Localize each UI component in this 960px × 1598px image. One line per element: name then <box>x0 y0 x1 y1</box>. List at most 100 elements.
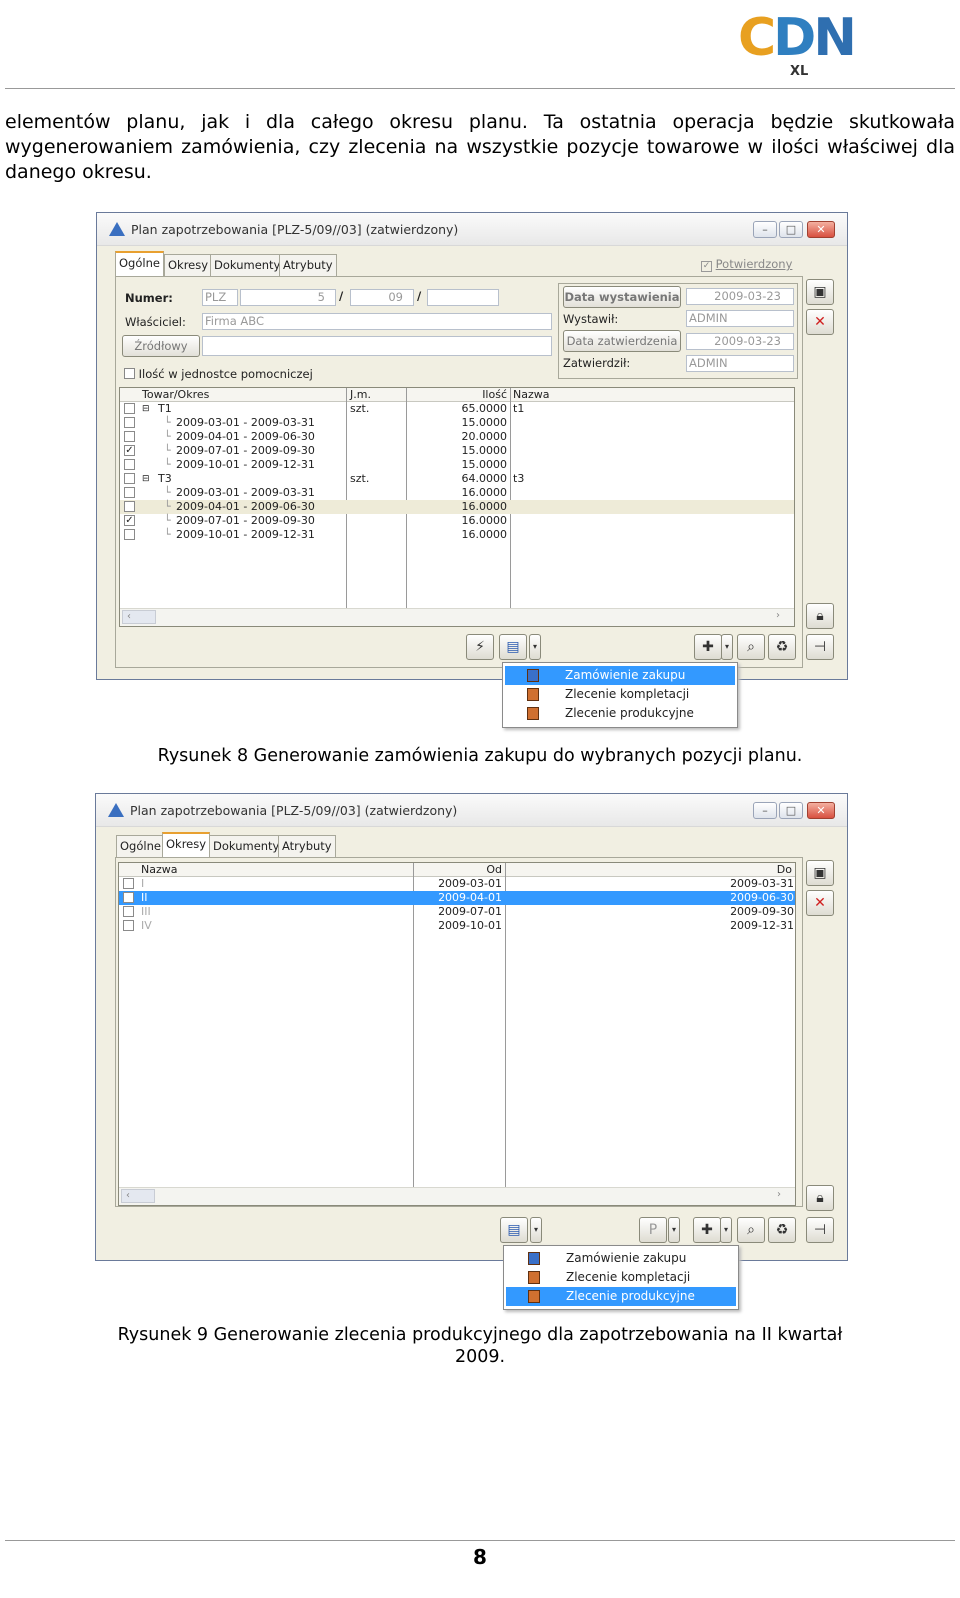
row-checkbox[interactable] <box>124 487 135 498</box>
trash-icon[interactable]: ♻ <box>768 634 796 660</box>
minimize-button[interactable]: – <box>753 802 777 819</box>
number-prefix-field[interactable]: PLZ <box>202 289 238 306</box>
lock-icon[interactable]: 🔒︎ <box>806 603 834 629</box>
close-button[interactable]: ✕ <box>807 221 835 238</box>
generate-dropdown-icon[interactable]: ▾ <box>530 1217 542 1243</box>
add-dropdown-icon[interactable]: ▾ <box>720 1217 732 1243</box>
confirmed-checkbox[interactable]: ✓ Potwierdzony <box>701 257 792 272</box>
maximize-button[interactable]: □ <box>779 221 803 238</box>
period-name: III <box>141 905 151 918</box>
menu-item-production-order[interactable]: Zlecenie produkcyjne <box>505 704 735 723</box>
owner-select[interactable]: Firma ABC <box>202 313 552 330</box>
table-row[interactable]: ✓ └ 2009-07-01 - 2009-09-30 16.0000 <box>120 514 794 528</box>
row-checkbox[interactable] <box>123 920 134 931</box>
add-icon[interactable]: ✚ <box>693 1217 721 1243</box>
col-header-from[interactable]: Od <box>413 863 505 877</box>
row-checkbox[interactable] <box>123 878 134 889</box>
title-bar: Plan zapotrzebowania [PLZ-5/09//03] (zat… <box>97 213 847 246</box>
table-row[interactable]: ⊟ T1 szt. 65.0000 t1 <box>120 402 794 416</box>
horizontal-scrollbar[interactable]: ‹ › <box>120 608 794 626</box>
issue-date-button[interactable]: Data wystawienia <box>563 286 681 308</box>
tab-attributes[interactable]: Atrybuty <box>279 254 337 276</box>
generate-document-icon[interactable]: ▤ <box>499 634 527 660</box>
search-icon[interactable]: ⌕ <box>737 1217 765 1243</box>
source-field[interactable] <box>202 336 552 356</box>
lock-icon[interactable]: 🔒︎ <box>806 1185 834 1211</box>
tab-documents[interactable]: Dokumenty <box>210 254 285 276</box>
tree-expander-icon[interactable]: ⊟ <box>142 402 150 416</box>
table-row[interactable]: └ 2009-04-01 - 2009-06-30 20.0000 <box>120 430 794 444</box>
table-row[interactable]: IV 2009-10-01 2009-12-31 <box>119 919 795 933</box>
number-field[interactable]: 5 <box>240 289 336 306</box>
table-row[interactable]: ✓ └ 2009-07-01 - 2009-09-30 15.0000 <box>120 444 794 458</box>
row-checkbox[interactable] <box>124 501 135 512</box>
save-icon[interactable]: ▣ <box>806 860 834 886</box>
tab-general[interactable]: Ogólne <box>116 835 165 857</box>
pin-icon[interactable]: ⊣ <box>806 634 834 660</box>
cancel-icon[interactable]: ✕ <box>806 890 834 916</box>
item-unit: szt. <box>350 402 370 415</box>
menu-item-purchase-order[interactable]: Zamówienie zakupu <box>506 1249 736 1268</box>
row-checkbox[interactable]: ✓ <box>124 445 135 456</box>
col-header-name[interactable]: Nazwa <box>510 388 794 402</box>
approve-date-button[interactable]: Data zatwierdzenia <box>563 330 681 352</box>
row-checkbox[interactable] <box>124 431 135 442</box>
col-header-unit[interactable]: J.m. <box>346 388 406 402</box>
menu-item-production-order[interactable]: Zlecenie produkcyjne <box>506 1287 736 1306</box>
row-checkbox[interactable] <box>124 459 135 470</box>
source-button[interactable]: Źródłowy <box>122 335 200 357</box>
row-checkbox[interactable] <box>124 417 135 428</box>
col-header-qty[interactable]: Ilość <box>406 388 510 402</box>
figure-caption-cont: 2009. <box>454 1347 506 1367</box>
approve-date-field[interactable]: 2009-03-23 <box>686 333 794 350</box>
add-icon[interactable]: ✚ <box>694 634 722 660</box>
col-header-name[interactable]: Nazwa <box>119 863 413 877</box>
p-dropdown-icon[interactable]: ▾ <box>668 1217 680 1243</box>
menu-item-assembly-order[interactable]: Zlecenie kompletacji <box>506 1268 736 1287</box>
tab-periods[interactable]: Okresy <box>162 832 211 857</box>
generate-dropdown-icon[interactable]: ▾ <box>529 634 541 660</box>
tab-documents[interactable]: Dokumenty <box>209 835 284 857</box>
table-row[interactable]: └ 2009-03-01 - 2009-03-31 15.0000 <box>120 416 794 430</box>
tab-attributes[interactable]: Atrybuty <box>278 835 336 857</box>
aux-unit-checkbox[interactable]: Ilość w jednostce pomocniczej <box>124 367 313 381</box>
search-icon[interactable]: ⌕ <box>737 634 765 660</box>
menu-item-assembly-order[interactable]: Zlecenie kompletacji <box>505 685 735 704</box>
menu-item-purchase-order[interactable]: Zamówienie zakupu <box>505 666 735 685</box>
table-row[interactable]: └ 2009-10-01 - 2009-12-31 16.0000 <box>120 528 794 542</box>
tree-expander-icon[interactable]: ⊟ <box>142 472 150 486</box>
save-icon[interactable]: ▣ <box>806 279 834 305</box>
col-header-to[interactable]: Do <box>505 863 795 877</box>
generate-document-icon[interactable]: ▤ <box>500 1217 528 1243</box>
issue-date-field[interactable]: 2009-03-23 <box>686 288 794 305</box>
close-button[interactable]: ✕ <box>807 802 835 819</box>
horizontal-scrollbar[interactable]: ‹ › <box>119 1187 795 1205</box>
table-row[interactable]: └ 2009-03-01 - 2009-03-31 16.0000 <box>120 486 794 500</box>
trash-icon[interactable]: ♻ <box>768 1217 796 1243</box>
minimize-button[interactable]: – <box>753 221 777 238</box>
p-button[interactable]: P <box>639 1217 667 1243</box>
number-suffix-select[interactable] <box>427 289 499 306</box>
row-checkbox[interactable]: ✓ <box>123 892 134 903</box>
row-checkbox[interactable] <box>124 403 135 414</box>
table-row[interactable]: ⊟ T3 szt. 64.0000 t3 <box>120 472 794 486</box>
add-dropdown-icon[interactable]: ▾ <box>721 634 733 660</box>
table-row[interactable]: III 2009-07-01 2009-09-30 <box>119 905 795 919</box>
row-checkbox[interactable] <box>123 906 134 917</box>
table-row[interactable]: └ 2009-04-01 - 2009-06-30 16.0000 <box>120 500 794 514</box>
period-to: 2009-09-30 <box>730 905 794 918</box>
table-row[interactable]: ✓ II 2009-04-01 2009-06-30 <box>119 891 795 905</box>
tab-periods[interactable]: Okresy <box>164 254 213 276</box>
row-checkbox[interactable]: ✓ <box>124 515 135 526</box>
table-row[interactable]: └ 2009-10-01 - 2009-12-31 15.0000 <box>120 458 794 472</box>
cancel-icon[interactable]: ✕ <box>806 309 834 335</box>
row-checkbox[interactable] <box>124 529 135 540</box>
maximize-button[interactable]: □ <box>779 802 803 819</box>
col-header-item[interactable]: Towar/Okres <box>120 388 346 402</box>
pin-icon[interactable]: ⊣ <box>806 1217 834 1243</box>
lightning-icon[interactable]: ⚡︎ <box>466 634 494 660</box>
number-month-field[interactable]: 09 <box>350 289 414 306</box>
row-checkbox[interactable] <box>124 473 135 484</box>
tab-general[interactable]: Ogólne <box>115 251 164 276</box>
table-row[interactable]: I 2009-03-01 2009-03-31 <box>119 877 795 891</box>
